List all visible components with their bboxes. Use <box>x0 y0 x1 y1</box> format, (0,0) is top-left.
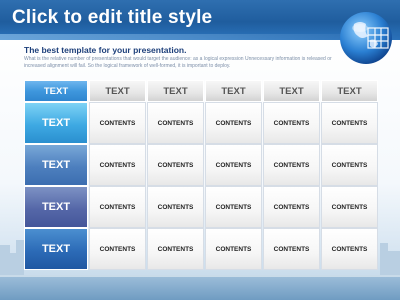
table-cell[interactable]: CONTENTS <box>321 228 378 270</box>
table-cell[interactable]: CONTENTS <box>205 186 262 228</box>
column-header[interactable]: TEXT <box>321 80 378 102</box>
table-cell[interactable]: CONTENTS <box>263 144 320 186</box>
row-header[interactable]: TEXT <box>24 144 88 186</box>
column-header[interactable]: TEXT <box>89 80 146 102</box>
column-header[interactable]: TEXT <box>147 80 204 102</box>
row-header[interactable]: TEXT <box>24 186 88 228</box>
table-cell[interactable]: CONTENTS <box>321 186 378 228</box>
table-cell[interactable]: CONTENTS <box>89 102 146 144</box>
table-cell[interactable]: CONTENTS <box>89 228 146 270</box>
slide-title[interactable]: Click to edit title style <box>12 7 212 29</box>
table-cell[interactable]: CONTENTS <box>321 102 378 144</box>
column-header[interactable]: TEXT <box>263 80 320 102</box>
slide-description[interactable]: What is the relative number of presentat… <box>24 56 354 69</box>
row-header[interactable]: TEXT <box>24 228 88 270</box>
table-cell[interactable]: CONTENTS <box>205 228 262 270</box>
table-cell[interactable]: CONTENTS <box>263 102 320 144</box>
row-header[interactable]: TEXT <box>24 102 88 144</box>
table-cell[interactable]: CONTENTS <box>147 102 204 144</box>
column-header[interactable]: TEXT <box>205 80 262 102</box>
slide-subtitle[interactable]: The best template for your presentation. <box>24 45 186 55</box>
table-cell[interactable]: CONTENTS <box>263 228 320 270</box>
content-table: TEXT TEXT TEXT TEXT TEXT TEXT TEXT CONTE… <box>24 80 378 270</box>
table-cell[interactable]: CONTENTS <box>321 144 378 186</box>
table-cell[interactable]: CONTENTS <box>147 228 204 270</box>
table-cell[interactable]: CONTENTS <box>263 186 320 228</box>
table-cell[interactable]: CONTENTS <box>147 186 204 228</box>
slide: Click to edit title style The best templ… <box>0 0 400 300</box>
table-cell[interactable]: CONTENTS <box>205 144 262 186</box>
table-cell[interactable]: CONTENTS <box>147 144 204 186</box>
table-cell[interactable]: CONTENTS <box>89 186 146 228</box>
table-cell[interactable]: CONTENTS <box>205 102 262 144</box>
table-cell[interactable]: CONTENTS <box>89 144 146 186</box>
table-corner-header[interactable]: TEXT <box>24 80 88 102</box>
